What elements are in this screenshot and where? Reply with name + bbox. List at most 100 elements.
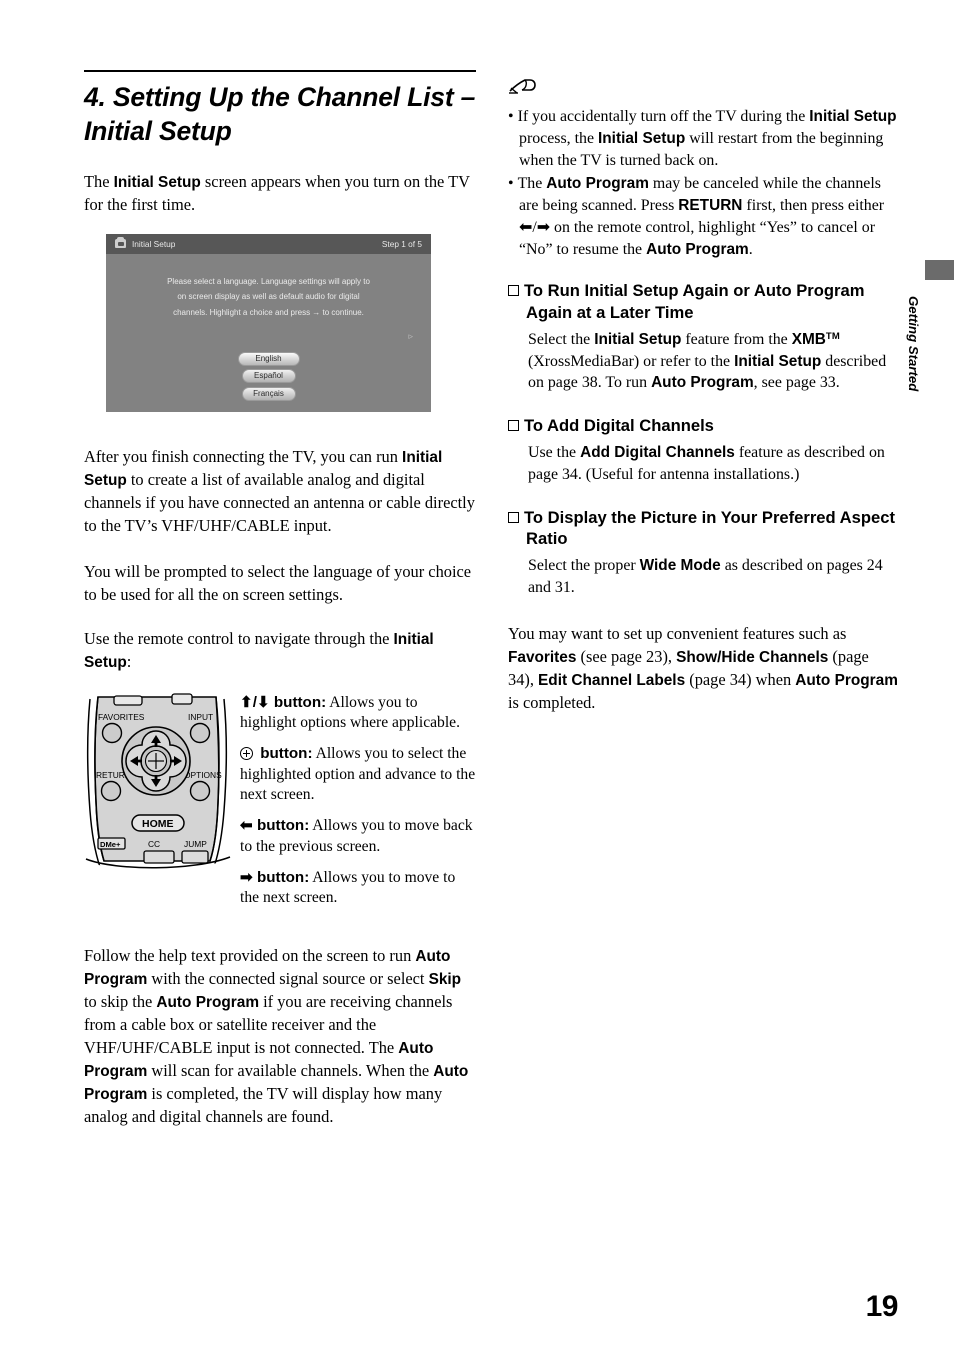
button-entry-heading: ➡ button: bbox=[240, 868, 310, 886]
button-entry-heading: ⬅ button: bbox=[240, 817, 310, 835]
remote-control-svg: FAVORITES INPUT RETURN OPTIONS HOME DMe+… bbox=[85, 692, 231, 870]
language-options: English Español Français bbox=[106, 351, 431, 401]
note-pencil-icon bbox=[508, 78, 898, 101]
body-text-run: The bbox=[517, 175, 547, 193]
paragraph-language-prompt: You will be prompted to select the langu… bbox=[84, 561, 476, 607]
language-option-english[interactable]: English bbox=[237, 351, 300, 366]
left-arrow-icon: ⬅ bbox=[240, 817, 253, 835]
initial-setup-screenshot: Initial Setup Step 1 of 5 Please select … bbox=[106, 233, 431, 412]
body-text-run: (XrossMediaBar) or refer to the bbox=[528, 352, 735, 370]
screenshot-body: Please select a language. Language setti… bbox=[106, 254, 431, 412]
left-column: 4. Setting Up the Channel List – Initial… bbox=[84, 70, 476, 1129]
button-entry-right: ➡ button: Allows you to move to the next… bbox=[240, 868, 476, 909]
body-text-run: to skip the bbox=[84, 992, 157, 1012]
message-line: channels. Highlight a choice and press →… bbox=[173, 307, 364, 317]
button-entry-heading: button: bbox=[240, 745, 313, 762]
emphasized-term: Show/Hide Channels bbox=[676, 648, 829, 666]
emphasized-term: Favorites bbox=[508, 648, 577, 666]
note-item: The Auto Program may be canceled while t… bbox=[508, 173, 898, 260]
button-entry-heading: ⬆/⬇ button: bbox=[240, 693, 327, 711]
emphasized-term: Initial Setup bbox=[734, 352, 822, 370]
body-text-run: : bbox=[126, 651, 132, 671]
checkbox-square-icon bbox=[508, 420, 519, 432]
body-text-run: If you accidentally turn off the TV duri… bbox=[517, 108, 810, 125]
section-tab-label-text: Getting Started bbox=[906, 296, 921, 392]
body-text-run: . bbox=[748, 240, 753, 258]
page-number: 19 bbox=[865, 1290, 899, 1323]
button-word: button bbox=[252, 817, 305, 835]
section-heading: To Run Initial Setup Again or Auto Progr… bbox=[508, 280, 898, 323]
body-text-run: will scan for available channels. When t… bbox=[147, 1060, 434, 1080]
svg-text:HOME: HOME bbox=[142, 818, 174, 830]
body-text-run: After you finish connecting the TV, you … bbox=[84, 446, 403, 466]
body-text-run: , see page 33. bbox=[753, 374, 840, 392]
emphasized-term: Initial Setup bbox=[598, 129, 686, 147]
section-body: Use the Add Digital Channels feature as … bbox=[528, 442, 898, 486]
paragraph-use-remote: Use the remote control to navigate throu… bbox=[84, 628, 476, 674]
body-text-run: process, the bbox=[519, 129, 598, 147]
section-aspect-ratio: To Display the Picture in Your Preferred… bbox=[508, 507, 898, 599]
section-tab-marker bbox=[925, 260, 954, 280]
page-title: 4. Setting Up the Channel List – Initial… bbox=[84, 70, 476, 149]
emphasized-term: Auto Program bbox=[646, 240, 749, 258]
section-heading-text: To Add Digital Channels bbox=[524, 416, 714, 436]
intro-text-pre: The bbox=[84, 171, 114, 191]
remote-and-buttons: FAVORITES INPUT RETURN OPTIONS HOME DMe+… bbox=[84, 691, 476, 920]
body-text-run: with the connected signal source or sele… bbox=[147, 969, 429, 989]
paragraph-convenient-features: You may want to set up convenient featur… bbox=[508, 623, 898, 715]
button-entry-select: button: Allows you to select the highlig… bbox=[240, 744, 476, 806]
screenshot-title: Initial Setup bbox=[132, 238, 176, 249]
svg-text:DMe+: DMe+ bbox=[100, 840, 121, 849]
button-word: button bbox=[252, 868, 305, 886]
remote-illustration: FAVORITES INPUT RETURN OPTIONS HOME DMe+… bbox=[84, 691, 234, 920]
body-text-run: Select the bbox=[528, 330, 595, 348]
button-word: button bbox=[256, 744, 308, 762]
svg-text:JUMP: JUMP bbox=[184, 839, 207, 849]
emphasized-term: Wide Mode bbox=[639, 556, 721, 574]
button-entry-updown: ⬆/⬇ button: Allows you to highlight opti… bbox=[240, 693, 476, 734]
body-text-run: to create a list of available analog and… bbox=[84, 469, 475, 535]
screenshot-header: Initial Setup Step 1 of 5 bbox=[106, 233, 431, 254]
notes-list: If you accidentally turn off the TV duri… bbox=[508, 106, 898, 260]
next-arrow-icon[interactable]: ▹ bbox=[408, 331, 413, 341]
up-down-arrow-icon: ⬆/⬇ bbox=[240, 693, 270, 711]
body-text-run: Select the proper bbox=[528, 556, 640, 574]
svg-text:CC: CC bbox=[148, 839, 160, 849]
emphasized-term: XMB bbox=[791, 330, 826, 348]
section-heading-text: To Display the Picture in Your Preferred… bbox=[524, 507, 896, 549]
svg-text:FAVORITES: FAVORITES bbox=[98, 712, 145, 722]
emphasized-term: RETURN bbox=[678, 197, 743, 215]
language-option-francais[interactable]: Français bbox=[241, 386, 296, 401]
section-run-initial-setup-again: To Run Initial Setup Again or Auto Progr… bbox=[508, 280, 898, 394]
emphasized-term: Auto Program bbox=[156, 994, 259, 1012]
body-text-run: Follow the help text provided on the scr… bbox=[84, 946, 416, 966]
body-text-run: (page 34) when bbox=[685, 669, 796, 689]
emphasized-term: Skip bbox=[428, 971, 462, 989]
body-text-run: feature from the bbox=[681, 330, 792, 348]
body-text-run: is completed. bbox=[508, 692, 596, 712]
body-text-run: Use the remote control to navigate throu… bbox=[84, 628, 394, 648]
emphasized-term: Initial Setup bbox=[594, 330, 682, 348]
checkbox-square-icon bbox=[508, 285, 519, 297]
checkbox-square-icon bbox=[508, 511, 519, 523]
select-button-icon bbox=[240, 746, 253, 760]
emphasized-term: Add Digital Channels bbox=[580, 443, 735, 461]
note-icon-svg bbox=[509, 79, 536, 94]
tv-icon bbox=[115, 236, 126, 249]
button-descriptions: ⬆/⬇ button: Allows you to highlight opti… bbox=[234, 691, 476, 920]
section-body: Select the proper Wide Mode as described… bbox=[528, 555, 898, 599]
message-line: on screen display as well as default aud… bbox=[177, 292, 360, 302]
button-word: button bbox=[269, 693, 322, 711]
right-column: If you accidentally turn off the TV duri… bbox=[508, 78, 898, 715]
section-heading: To Add Digital Channels bbox=[508, 415, 898, 437]
message-line: Please select a language. Language setti… bbox=[167, 276, 370, 286]
section-add-digital-channels: To Add Digital Channels Use the Add Digi… bbox=[508, 415, 898, 485]
paragraph-after-connecting: After you finish connecting the TV, you … bbox=[84, 446, 476, 538]
trademark-mark: TM bbox=[825, 330, 841, 342]
note-item: If you accidentally turn off the TV duri… bbox=[508, 106, 898, 171]
svg-text:INPUT: INPUT bbox=[188, 712, 213, 722]
intro-paragraph: The Initial Setup screen appears when yo… bbox=[84, 171, 476, 217]
emphasized-term: Auto Program bbox=[795, 671, 898, 689]
intro-term: Initial Setup bbox=[113, 173, 201, 191]
language-option-espanol[interactable]: Español bbox=[241, 369, 296, 384]
